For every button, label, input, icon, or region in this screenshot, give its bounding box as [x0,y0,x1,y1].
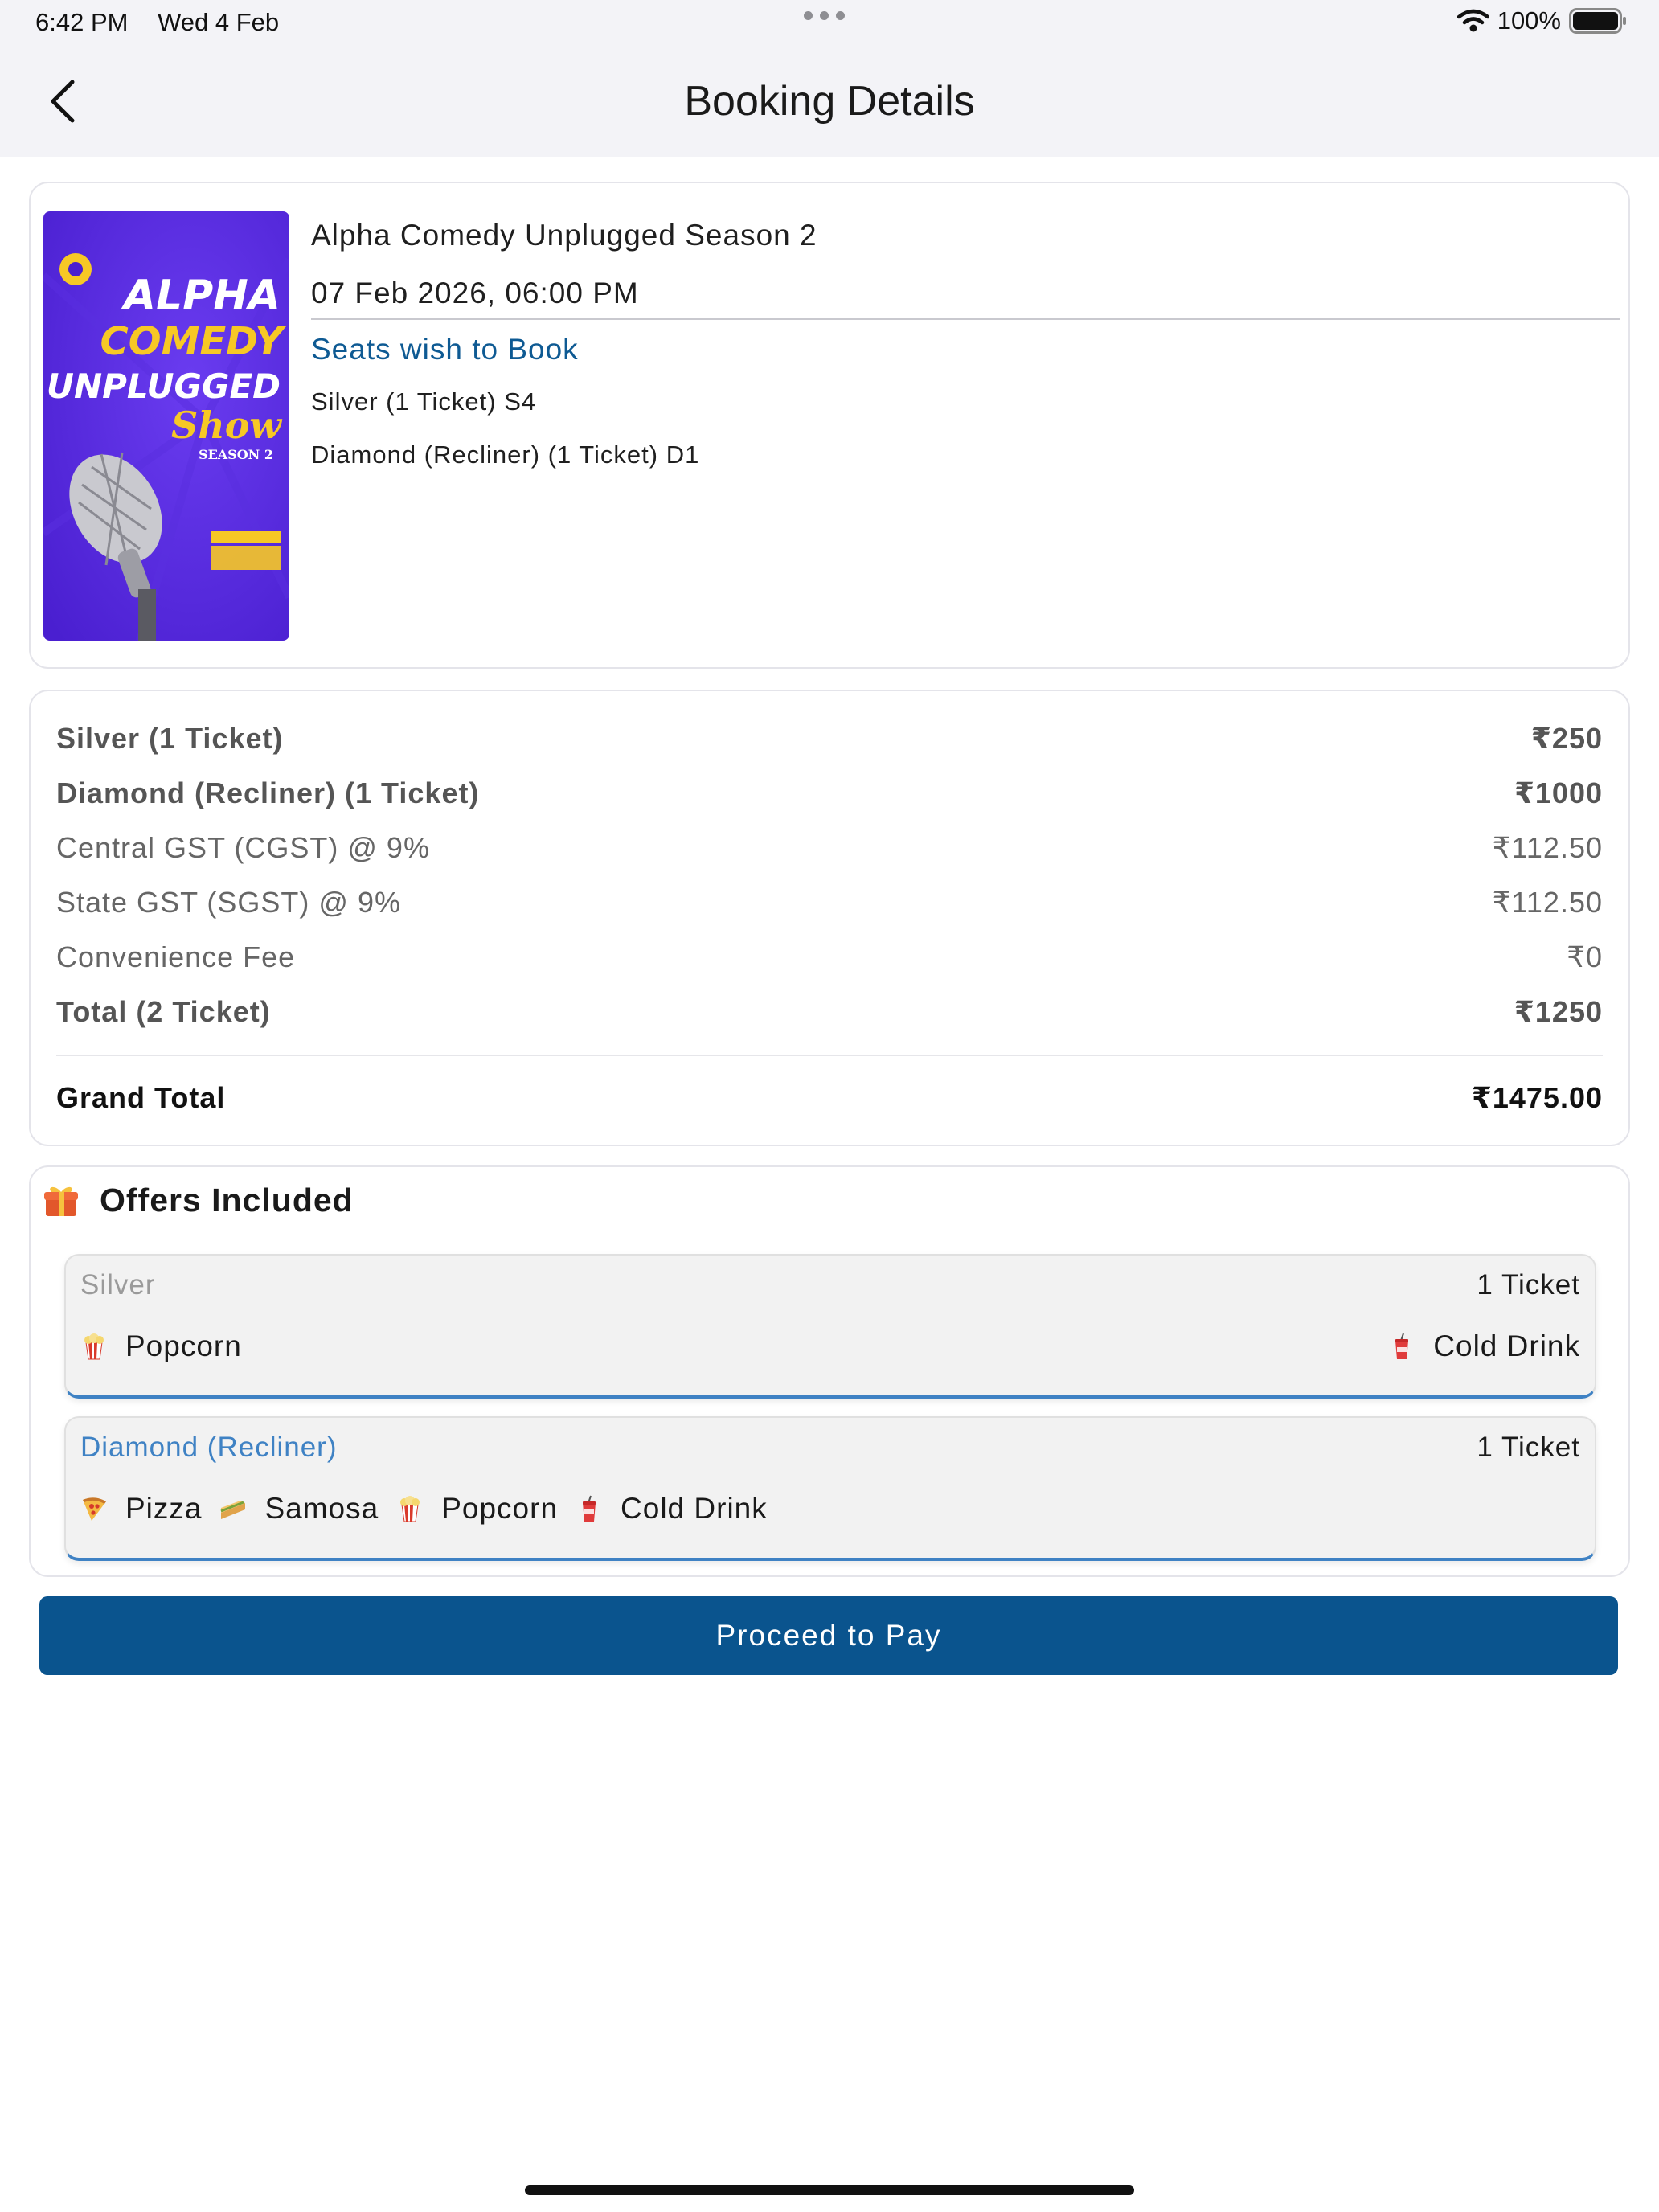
event-poster: ALPHA COMEDY UNPLUGGED Show SEASON 2 [43,211,289,641]
wifi-icon [1456,9,1489,32]
event-title: Alpha Comedy Unplugged Season 2 [311,219,817,252]
offer-item: Samosa [219,1492,379,1526]
price-breakdown-card: Silver (1 Ticket) ₹250 Diamond (Recliner… [29,690,1630,1146]
price-row: Convenience Fee ₹0 [56,937,1603,977]
offer-count: 1 Ticket [1477,1432,1580,1463]
event-divider [311,318,1620,320]
offer-item-label: Pizza [125,1492,203,1525]
popcorn-icon [400,1496,420,1522]
proceed-to-pay-button[interactable]: Proceed to Pay [39,1596,1618,1675]
offer-items: Pizza Samosa Popcorn Cold Drink [80,1489,1580,1529]
cold-drink-icon [1395,1333,1409,1359]
offer-item: Popcorn [396,1492,558,1526]
price-label: Diamond (Recliner) (1 Ticket) [56,776,480,809]
offer-item: Pizza [80,1492,202,1526]
offer-items: Popcorn Cold Drink [80,1326,1580,1366]
pizza-icon [83,1497,106,1521]
poster-title-line1: ALPHA [121,272,281,320]
offer-tier: Diamond (Recliner) [80,1432,338,1463]
samosa-icon [220,1501,246,1519]
offers-heading-text: Offers Included [100,1182,354,1219]
cold-drink-icon [583,1495,596,1522]
offer-tier: Silver [80,1269,156,1301]
battery-icon [1569,8,1626,34]
status-right: 100% [1456,6,1627,35]
price-value: ₹1000 [1514,776,1603,809]
grand-total-value: ₹1475.00 [1471,1081,1603,1114]
event-card: ALPHA COMEDY UNPLUGGED Show SEASON 2 Alp… [29,182,1630,669]
price-row: Central GST (CGST) @ 9% ₹112.50 [56,828,1603,868]
popcorn-icon [84,1333,104,1360]
offers-card: Offers Included Silver 1 Ticket Popcorn [29,1165,1630,1577]
price-label: Silver (1 Ticket) [56,722,284,755]
offer-item-label: Cold Drink [621,1492,768,1525]
poster-title-line4: Show [171,403,282,447]
offer-item: Cold Drink [1388,1329,1580,1363]
status-date-text: Wed 4 Feb [158,8,280,36]
top-bar: 6:42 PM Wed 4 Feb 100% Booking Details [0,0,1659,157]
status-time: 6:42 PM Wed 4 Feb [35,8,279,37]
price-label: Total (2 Ticket) [56,995,271,1028]
price-label: Central GST (CGST) @ 9% [56,831,430,864]
event-info: Alpha Comedy Unplugged Season 2 07 Feb 2… [311,215,1620,473]
poster-title-line5: SEASON 2 [199,447,273,462]
home-indicator[interactable] [525,2185,1134,2195]
gift-icon [44,1186,78,1216]
offer-count: 1 Ticket [1477,1269,1580,1301]
event-datetime: 07 Feb 2026, 06:00 PM [311,276,639,309]
offers-heading: Offers Included [43,1182,354,1219]
price-row: Total (2 Ticket) ₹1250 [56,992,1603,1032]
price-row: State GST (SGST) @ 9% ₹112.50 [56,883,1603,923]
offer-item-label: Samosa [264,1492,379,1525]
price-label: State GST (SGST) @ 9% [56,886,401,919]
price-value: ₹1250 [1514,995,1603,1028]
seat-line-diamond: Diamond (Recliner) (1 Ticket) D1 [311,440,700,469]
price-value: ₹0 [1567,940,1603,973]
price-row: Diamond (Recliner) (1 Ticket) ₹1000 [56,773,1603,813]
offer-item-label: Popcorn [441,1492,559,1525]
multitasking-dots-icon[interactable] [804,11,845,20]
page-title: Booking Details [684,78,975,125]
status-time-text: 6:42 PM [35,8,129,36]
offer-item-label: Popcorn [125,1329,242,1362]
poster-image: ALPHA COMEDY UNPLUGGED Show SEASON 2 [43,211,289,641]
poster-title-line3: UNPLUGGED [47,367,281,406]
seats-heading: Seats wish to Book [311,333,579,366]
offer-item: Popcorn [80,1329,242,1363]
seat-line-silver: Silver (1 Ticket) S4 [311,387,537,416]
price-row: Silver (1 Ticket) ₹250 [56,719,1603,759]
poster-title-line2: COMEDY [100,319,287,364]
offer-group-silver: Silver 1 Ticket Popcorn Cold Drink [64,1254,1596,1399]
price-value: ₹112.50 [1492,831,1603,864]
offer-item: Cold Drink [576,1492,768,1526]
price-value: ₹112.50 [1492,886,1603,919]
offer-group-diamond: Diamond (Recliner) 1 Ticket Pizza Samosa [64,1416,1596,1561]
offer-item-label: Cold Drink [1433,1329,1580,1362]
price-label: Convenience Fee [56,940,296,973]
grand-total-row: Grand Total ₹1475.00 [56,1078,1603,1118]
price-value: ₹250 [1530,722,1603,755]
grand-total-label: Grand Total [56,1081,226,1114]
price-divider [56,1055,1603,1056]
battery-percent: 100% [1497,6,1561,35]
